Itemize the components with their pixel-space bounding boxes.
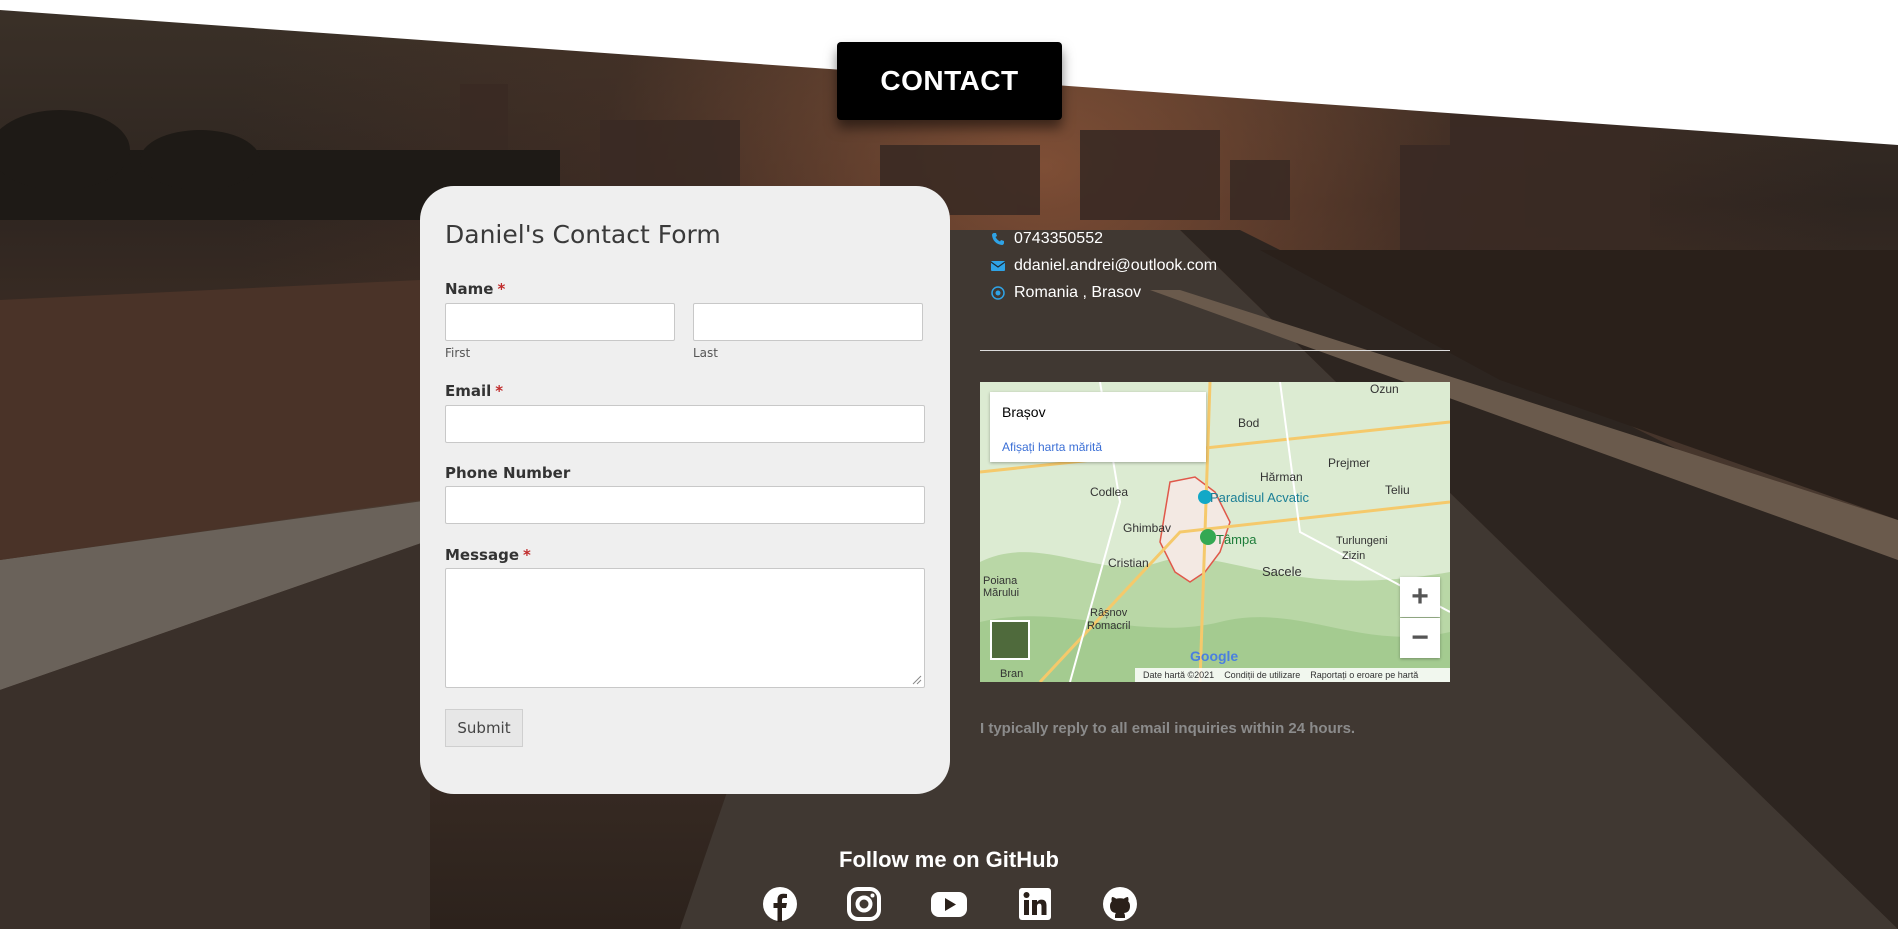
form-title: Daniel's Contact Form: [445, 220, 721, 249]
map-data-credit: Date hartă ©2021: [1143, 670, 1215, 680]
map-label: Teliu: [1385, 483, 1410, 497]
embedded-map[interactable]: Paradisul Acvatic Ozun Bod Hărman Prejme…: [980, 382, 1450, 682]
map-label: Sacele: [1262, 564, 1302, 579]
map-label: Paradisul Acvatic: [1210, 490, 1309, 505]
instagram-icon[interactable]: [846, 886, 882, 922]
map-label: Romacril: [1087, 620, 1131, 632]
last-sublabel: Last: [693, 346, 718, 360]
message-textarea[interactable]: [445, 568, 925, 688]
contact-heading: CONTACT: [837, 42, 1062, 120]
map-zoom-in-button[interactable]: +: [1400, 577, 1440, 617]
location-text: Romania , Brasov: [1014, 284, 1142, 301]
first-name-input[interactable]: [445, 303, 675, 341]
name-label: Name *: [445, 280, 505, 298]
reply-note: I typically reply to all email inquiries…: [980, 720, 1356, 737]
last-name-input[interactable]: [693, 303, 923, 341]
message-label: Message *: [445, 546, 531, 564]
phone-input[interactable]: [445, 486, 925, 524]
phone-text[interactable]: 0743350552: [1014, 230, 1103, 248]
map-label: Hărman: [1260, 470, 1303, 484]
contact-form-card: Daniel's Contact Form Name * First Last E…: [420, 186, 950, 794]
name-label-text: Name: [445, 280, 494, 298]
contact-heading-text: CONTACT: [880, 65, 1019, 96]
map-label: Prejmer: [1328, 456, 1371, 470]
phone-info: 0743350552: [990, 230, 1103, 248]
submit-button[interactable]: Submit: [445, 709, 523, 747]
required-mark: *: [495, 382, 504, 400]
map-report-link[interactable]: Raportați o eroare pe hartă: [1310, 670, 1418, 680]
github-icon[interactable]: [1102, 886, 1138, 922]
map-label: Bod: [1238, 416, 1260, 430]
map-label: Tâmpa: [1216, 532, 1257, 547]
map-place-card: Brașov Afișați harta mărită: [990, 392, 1206, 462]
phone-label: Phone Number: [445, 464, 571, 482]
map-terms-link[interactable]: Condiții de utilizare: [1224, 670, 1300, 680]
map-label: Turlungeni: [1336, 535, 1388, 547]
map-footer: Date hartă ©2021 Condiții de utilizare R…: [1135, 668, 1450, 682]
map-label: Ozun: [1370, 382, 1399, 396]
satellite-toggle-button[interactable]: [990, 620, 1030, 660]
map-zoom-out-button[interactable]: −: [1400, 618, 1440, 658]
email-input[interactable]: [445, 405, 925, 443]
larger-map-link[interactable]: Afișați harta mărită: [1002, 440, 1102, 454]
map-label: Poiana Mărului: [983, 575, 1020, 599]
map-label: Zizin: [1342, 550, 1366, 562]
map-label: Cristian: [1108, 556, 1149, 570]
map-label: Bran: [1000, 668, 1024, 680]
follow-github-text: Follow me on GitHub: [839, 847, 1059, 872]
resize-handle-icon[interactable]: [912, 675, 922, 685]
envelope-icon: [990, 258, 1006, 274]
phone-icon: [990, 231, 1006, 247]
location-pin-icon: [990, 285, 1006, 301]
map-label: Codlea: [1090, 485, 1129, 499]
message-label-text: Message: [445, 546, 519, 564]
location-info: Romania , Brasov: [990, 284, 1141, 302]
email-info: ddaniel.andrei@outlook.com: [990, 257, 1217, 275]
linkedin-icon[interactable]: [1017, 886, 1053, 922]
required-mark: *: [523, 546, 531, 564]
google-logo: Google: [1190, 648, 1239, 664]
youtube-icon[interactable]: [930, 886, 968, 922]
facebook-icon[interactable]: [762, 886, 798, 922]
email-label-text: Email: [445, 382, 492, 400]
divider: [980, 350, 1450, 351]
map-place-title: Brașov: [1002, 404, 1046, 420]
first-sublabel: First: [445, 346, 471, 360]
required-mark: *: [497, 280, 506, 298]
email-text[interactable]: ddaniel.andrei@outlook.com: [1014, 257, 1217, 275]
map-label: Ghimbav: [1123, 521, 1172, 535]
map-label: Râșnov: [1090, 607, 1128, 619]
email-label: Email *: [445, 382, 503, 400]
